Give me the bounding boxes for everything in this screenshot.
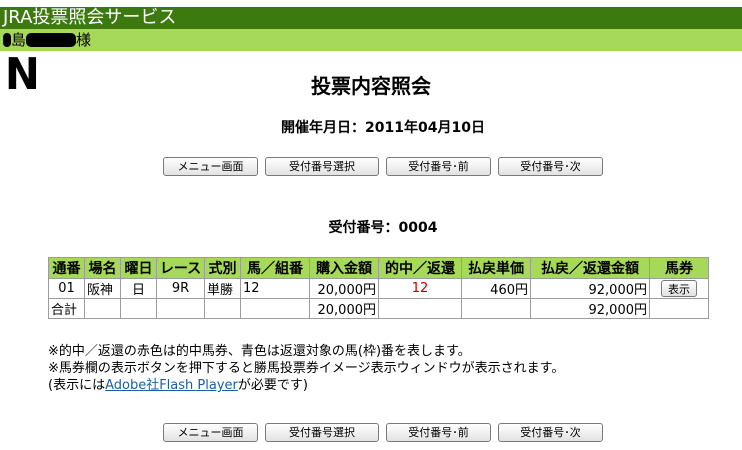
race-date: 開催年月日：2011年04月10日	[281, 120, 485, 136]
user-name-visible: 島	[11, 31, 27, 49]
receipt-next-button[interactable]: 受付番号･次	[498, 157, 603, 176]
cell-hit: 12	[378, 278, 462, 299]
receipt-prev-button[interactable]: 受付番号･前	[386, 157, 491, 176]
user-name-bar: 島様	[0, 29, 742, 51]
col-header: 式別	[204, 257, 241, 279]
nav-button-row-bottom: メニュー画面 受付番号選択 受付番号･前 受付番号･次	[163, 423, 613, 443]
show-ticket-button[interactable]: 表示	[661, 280, 697, 297]
col-header: 購入金額	[309, 257, 379, 279]
app-title-bar: JRA投票照会サービス	[0, 7, 742, 29]
cell-total-label: 合計	[48, 298, 85, 319]
flash-player-link[interactable]: Adobe社Flash Player	[105, 378, 238, 393]
cell-bet-type: 単勝	[204, 278, 241, 299]
redacted-name-part	[3, 33, 11, 47]
col-header: 場名	[84, 257, 121, 279]
cell-total-payout: 92,000円	[530, 298, 650, 319]
table-row: 01 阪神 日 9R 単勝 12 20,000円 12 460円 92,000円…	[48, 278, 709, 299]
col-header: 払戻単価	[461, 257, 531, 279]
cell-race: 9R	[156, 278, 205, 299]
user-honorific: 様	[76, 31, 92, 49]
cell-combo: 12	[240, 278, 310, 299]
col-header: 馬券	[649, 257, 709, 279]
cell-day: 日	[120, 278, 157, 299]
col-header: 払戻／返還金額	[530, 257, 650, 279]
col-header: 的中／返還	[378, 257, 462, 279]
note-line-1: ※的中／返還の赤色は的中馬券、青色は返還対象の馬(枠)番を表します。	[48, 344, 471, 359]
table-header-row: 通番 場名 曜日 レース 式別 馬／組番 購入金額 的中／返還 払戻単価 払戻／…	[48, 257, 709, 279]
cell-total-amount: 20,000円	[309, 298, 379, 319]
note-line-3: (表示にはAdobe社Flash Playerが必要です)	[48, 378, 308, 393]
bet-results-table: 通番 場名 曜日 レース 式別 馬／組番 購入金額 的中／返還 払戻単価 払戻／…	[48, 257, 709, 319]
receipt-select-button[interactable]: 受付番号選択	[265, 157, 379, 176]
col-header: レース	[156, 257, 205, 279]
col-header: 馬／組番	[240, 257, 310, 279]
menu-button[interactable]: メニュー画面	[163, 423, 258, 442]
receipt-next-button[interactable]: 受付番号･次	[498, 423, 603, 442]
receipt-prev-button[interactable]: 受付番号･前	[386, 423, 491, 442]
page-title: 投票内容照会	[311, 74, 431, 98]
col-header: 曜日	[120, 257, 157, 279]
cell-venue: 阪神	[84, 278, 121, 299]
menu-button[interactable]: メニュー画面	[163, 157, 258, 176]
receipt-select-button[interactable]: 受付番号選択	[265, 423, 379, 442]
cell-ticket: 表示	[649, 278, 709, 299]
nav-button-row-top: メニュー画面 受付番号選択 受付番号･前 受付番号･次	[163, 157, 613, 177]
cell-payout: 92,000円	[530, 278, 650, 299]
app-title: JRA投票照会サービス	[3, 7, 177, 28]
note-line-2: ※馬券欄の表示ボタンを押下すると勝馬投票券イメージ表示ウィンドウが表示されます。	[48, 361, 565, 376]
redacted-name-part	[26, 33, 77, 47]
receipt-number: 受付番号：0004	[328, 220, 438, 236]
cell-no: 01	[48, 278, 85, 299]
cell-unit-payout: 460円	[461, 278, 531, 299]
col-header: 通番	[48, 257, 85, 279]
cell-amount: 20,000円	[309, 278, 379, 299]
notes: ※的中／返還の赤色は的中馬券、青色は返還対象の馬(枠)番を表します。 ※馬券欄の…	[48, 343, 564, 394]
table-total-row: 合計 20,000円 92,000円	[48, 298, 709, 319]
